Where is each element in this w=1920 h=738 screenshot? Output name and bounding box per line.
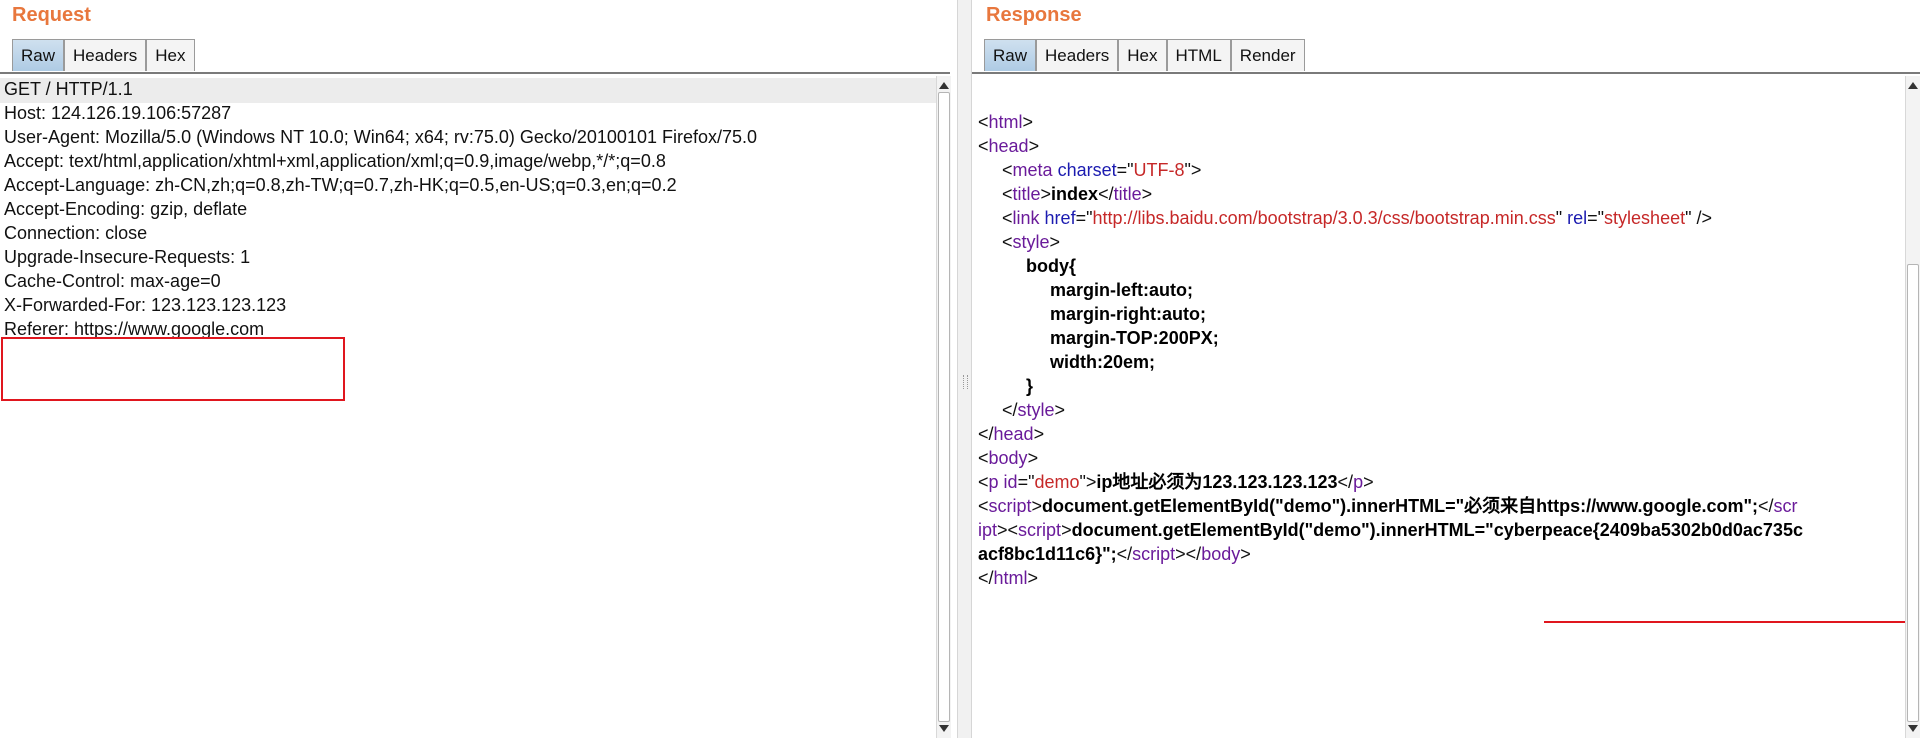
pane-splitter[interactable] [957,0,972,738]
scroll-down-icon[interactable] [1908,725,1918,732]
tab-response-render[interactable]: Render [1230,39,1305,71]
tab-response-html[interactable]: HTML [1166,39,1231,71]
tab-response-raw[interactable]: Raw [984,39,1037,71]
scroll-up-icon[interactable] [1908,82,1918,89]
css-line: width:20em; [1050,352,1156,372]
tab-response-headers[interactable]: Headers [1036,39,1119,71]
response-pane: Response Raw Headers Hex HTML Render <ht… [972,0,1920,738]
highlight-box [1,337,345,401]
tab-request-raw[interactable]: Raw [12,39,65,71]
scroll-thumb[interactable] [938,92,950,722]
request-pane: Request Raw Headers Hex GET / HTTP/1.1 H… [0,0,957,738]
request-scrollbar[interactable] [936,76,951,738]
flag-text: cyberpeace{2409ba5302b0d0ac735c [1493,520,1803,540]
scroll-up-icon[interactable] [939,82,949,89]
request-title: Request [12,4,91,26]
splitter-grip-icon[interactable] [963,375,968,389]
code-line: <link href="http://libs.baidu.com/bootst… [1002,208,1712,228]
tab-response-hex[interactable]: Hex [1118,39,1167,71]
request-tabs: Raw Headers Hex [12,39,195,73]
response-editor[interactable]: <html> <head> <meta charset="UTF-8"> <ti… [972,74,1907,738]
flag-underline [1544,621,1907,623]
tab-request-headers[interactable]: Headers [64,39,147,71]
flag-text: acf8bc1d11c6} [978,544,1103,564]
scroll-thumb[interactable] [1907,264,1919,722]
code-line: </html> [978,568,1039,588]
response-scrollbar[interactable] [1905,76,1920,738]
tab-request-hex[interactable]: Hex [146,39,195,71]
response-title: Response [986,4,1082,26]
request-editor[interactable]: GET / HTTP/1.1 Host: 124.126.19.106:5728… [0,74,936,738]
response-tabs: Raw Headers Hex HTML Render [984,39,1305,73]
scroll-down-icon[interactable] [939,725,949,732]
